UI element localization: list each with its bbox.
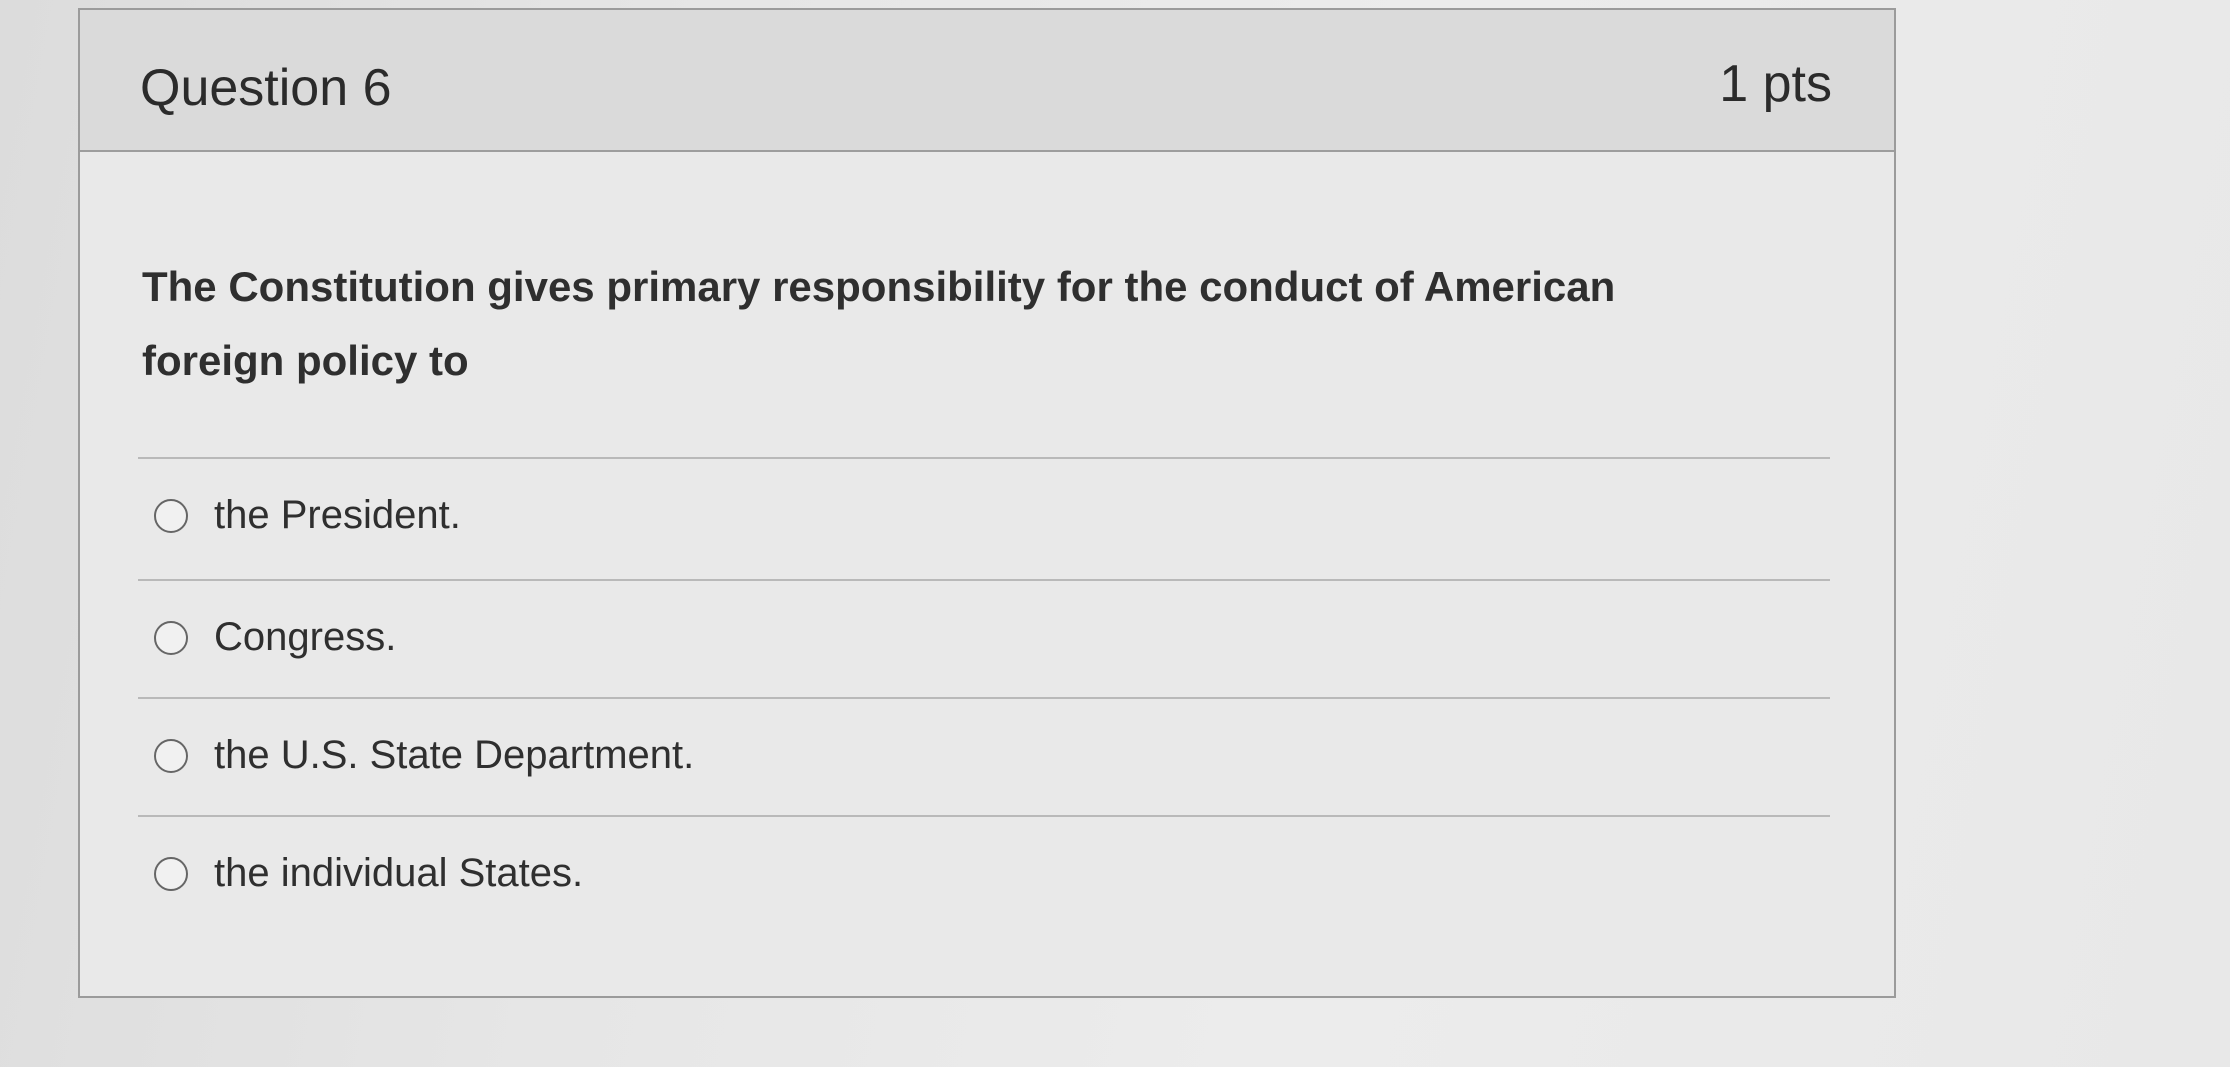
answer-label[interactable]: the President. [214, 493, 461, 538]
answer-option-2[interactable]: Congress. [138, 579, 1830, 697]
answer-label[interactable]: the individual States. [214, 851, 583, 896]
radio-button[interactable] [154, 621, 188, 655]
answer-label[interactable]: the U.S. State Department. [214, 733, 694, 778]
question-points: 1 pts [1719, 55, 1832, 113]
answer-option-1[interactable]: the President. [138, 457, 1830, 579]
answer-list: the President. Congress. the U.S. State … [138, 457, 1830, 933]
question-body: The Constitution gives primary responsib… [142, 250, 1842, 398]
question-title: Question 6 [140, 59, 392, 117]
question-header: Question 6 1 pts [80, 10, 1894, 152]
radio-button[interactable] [154, 739, 188, 773]
radio-button[interactable] [154, 499, 188, 533]
answer-label[interactable]: Congress. [214, 615, 396, 660]
question-card: Question 6 1 pts The Constitution gives … [78, 8, 1896, 998]
answer-option-3[interactable]: the U.S. State Department. [138, 697, 1830, 815]
radio-button[interactable] [154, 857, 188, 891]
question-prompt: The Constitution gives primary responsib… [142, 263, 1616, 384]
answer-option-4[interactable]: the individual States. [138, 815, 1830, 933]
